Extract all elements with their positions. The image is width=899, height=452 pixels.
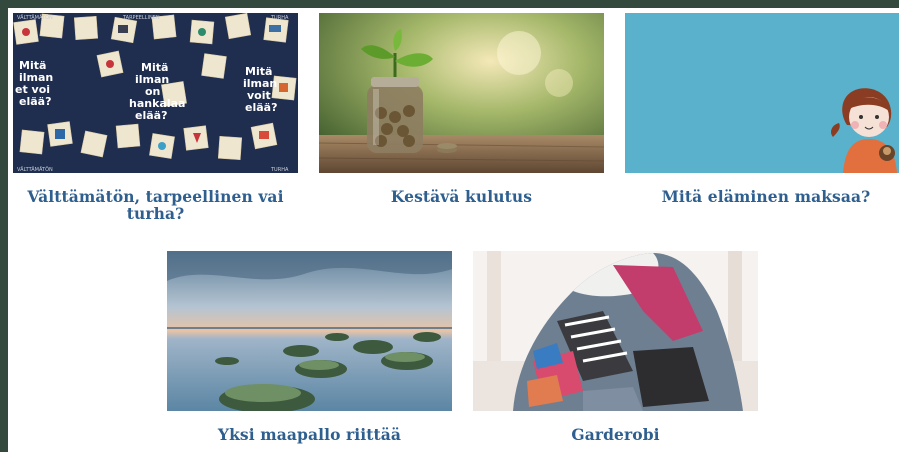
- svg-text:VÄLTTÄMÄTÖN: VÄLTTÄMÄTÖN: [17, 14, 53, 21]
- card-image-kestava-kulutus: [319, 13, 604, 173]
- card-image-garderobi: [473, 251, 758, 411]
- content-panel: Mitä ilman et voi elää? Mitä ilman on ha…: [8, 8, 899, 452]
- svg-text:elää?: elää?: [135, 109, 167, 122]
- svg-text:TARPEELLINEN: TARPEELLINEN: [122, 15, 160, 21]
- card-yksi-maapallo[interactable]: Yksi maapallo riittää: [167, 251, 452, 451]
- card-title[interactable]: Kestävä kulutus: [319, 188, 604, 205]
- card-title[interactable]: Garderobi: [473, 426, 758, 443]
- card-elaminen-maksaa[interactable]: Mitä eläminen maksaa?: [625, 13, 899, 238]
- card-title[interactable]: Välttämätön, tarpeellinen vai turha?: [13, 188, 298, 222]
- svg-text:elää?: elää?: [19, 95, 51, 108]
- svg-text:elää?: elää?: [245, 101, 277, 114]
- card-image-valttamaton: Mitä ilman et voi elää? Mitä ilman on ha…: [13, 13, 298, 173]
- card-image-elaminen-maksaa: [625, 13, 899, 173]
- svg-text:VÄLTTÄMÄTÖN: VÄLTTÄMÄTÖN: [17, 166, 53, 173]
- svg-text:TURHA: TURHA: [270, 15, 289, 21]
- card-kestava-kulutus[interactable]: Kestävä kulutus: [319, 13, 604, 238]
- card-valttamaton[interactable]: Mitä ilman et voi elää? Mitä ilman on ha…: [13, 13, 298, 238]
- card-image-yksi-maapallo: [167, 251, 452, 411]
- card-title[interactable]: Yksi maapallo riittää: [167, 426, 452, 443]
- svg-text:TURHA: TURHA: [270, 167, 289, 173]
- card-garderobi[interactable]: Garderobi: [473, 251, 758, 451]
- card-title[interactable]: Mitä eläminen maksaa?: [625, 188, 899, 205]
